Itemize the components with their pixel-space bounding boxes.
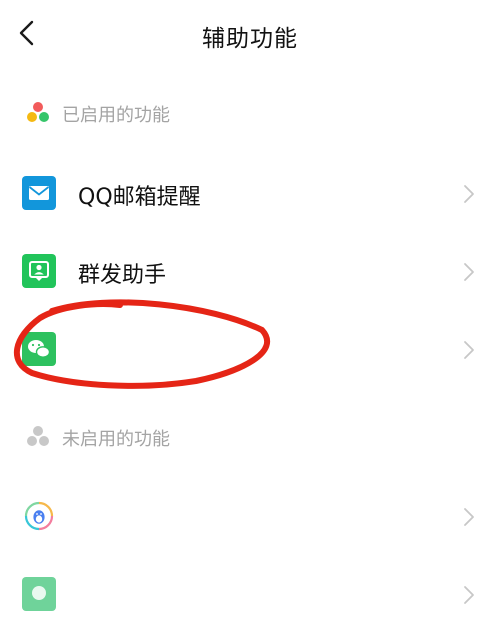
nav-header: 辅助功能 <box>0 0 500 66</box>
list-item-partial[interactable] <box>0 560 500 630</box>
list-item-qq-mail[interactable]: QQ邮箱提醒 <box>0 159 500 229</box>
gray-dots-icon <box>27 426 49 446</box>
list-item-label: 群发助手 <box>78 263 167 288</box>
list-item-label: QQ邮箱提醒 <box>78 185 201 210</box>
chevron-right-icon <box>464 586 474 604</box>
list-item-group-send[interactable]: 群发助手 <box>0 237 500 307</box>
chevron-right-icon <box>464 508 474 526</box>
mail-icon <box>22 176 56 210</box>
green-app-icon <box>22 577 56 611</box>
colored-dots-icon <box>27 102 49 122</box>
group-send-icon <box>22 254 56 288</box>
page-title: 辅助功能 <box>202 26 298 52</box>
list-item-wechat[interactable] <box>0 315 500 385</box>
chevron-right-icon <box>464 341 474 359</box>
chevron-right-icon <box>464 185 474 203</box>
list-item-qq[interactable] <box>0 482 500 552</box>
wechat-icon <box>22 332 56 366</box>
section-label-disabled: 未启用的功能 <box>62 429 170 450</box>
chevron-right-icon <box>464 263 474 281</box>
section-label-enabled: 已启用的功能 <box>62 105 170 126</box>
qq-penguin-icon <box>24 501 54 531</box>
